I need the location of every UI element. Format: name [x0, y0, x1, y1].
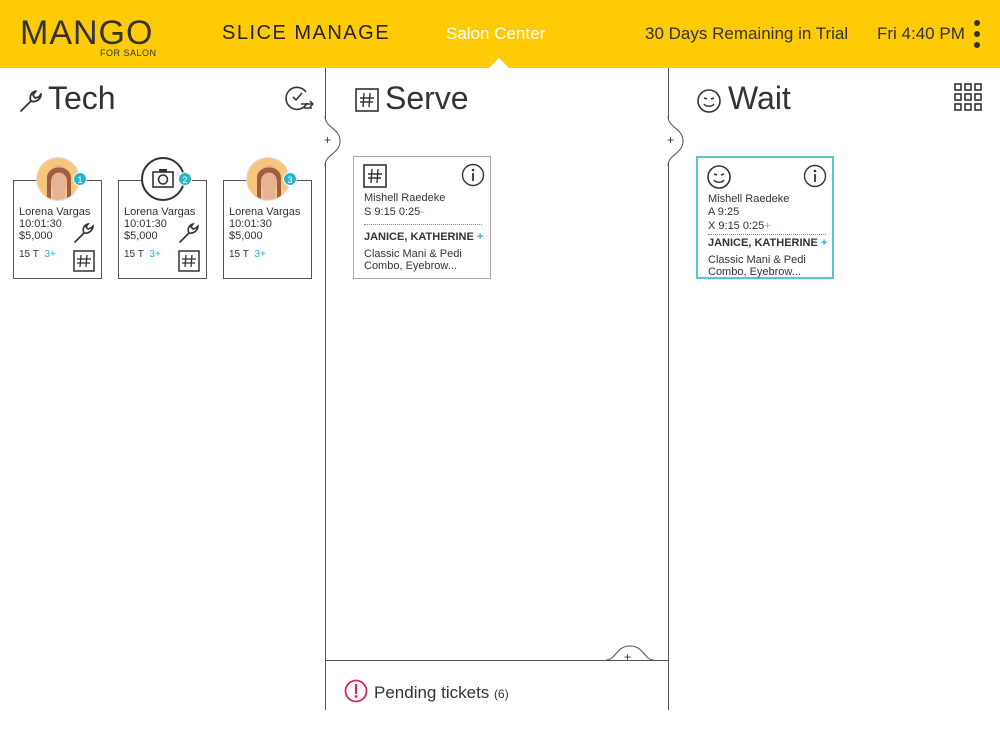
tech-amount: $5,000: [229, 230, 263, 242]
tech-name: Lorena Vargas: [19, 206, 91, 218]
wait-column-title: Wait: [728, 80, 791, 116]
separator: [708, 234, 826, 235]
clock-sort-icon[interactable]: [284, 83, 314, 113]
info-icon[interactable]: [461, 163, 485, 187]
extra-count: 3+: [254, 249, 266, 260]
service-list: Classic Mani & Pedi Combo, Eyebrow...: [708, 254, 806, 278]
ticket-time: S 9:15 0:25-: [364, 206, 424, 218]
tech-name: Lorena Vargas: [229, 206, 301, 218]
pending-tickets-bar[interactable]: Pending tickets (6): [326, 660, 669, 710]
grid-view-icon[interactable]: [954, 83, 982, 111]
tweezers-icon: [74, 222, 94, 243]
wait-ticket-card[interactable]: Mishell Raedeke A 9:25 X 9:15 0:25+ JANI…: [696, 156, 834, 279]
ticket-time: X 9:15 0:25+: [708, 220, 771, 232]
ticket-count-text: 15 T: [124, 249, 144, 260]
ticket-icon: [363, 164, 387, 188]
trial-status: 30 Days Remaining in Trial: [645, 24, 849, 43]
ticket-count-text: 15 T: [19, 249, 39, 260]
time-indicator: +: [764, 220, 771, 232]
add-client-button[interactable]: +: [821, 237, 827, 249]
ticket-count-text: 15 T: [229, 249, 249, 260]
staff-name: Mishell Raedeke: [708, 193, 790, 205]
client-name-text: JANICE, KATHERINE: [364, 231, 474, 243]
clock: Fri 4:40 PM: [877, 24, 965, 43]
tweezers-icon: [179, 222, 199, 243]
alert-icon: [344, 679, 368, 703]
tech-rank-badge: 3: [283, 172, 297, 186]
add-client-button[interactable]: +: [477, 231, 483, 243]
tech-rank-badge: 2: [178, 172, 192, 186]
client-name: JANICE, KATHERINE +: [364, 231, 483, 243]
nav-slice-manage[interactable]: SLICE MANAGE: [222, 22, 390, 45]
active-nav-indicator: [489, 58, 509, 68]
mango-logo: MANGO FOR SALON: [20, 10, 160, 60]
time-indicator: -: [420, 206, 424, 218]
tech-ticket-count: 15 T 3+: [19, 249, 56, 260]
time-text: S 9:15 0:25: [364, 206, 421, 218]
tech-amount: $5,000: [19, 230, 53, 242]
service-list: Classic Mani & Pedi Combo, Eyebrow...: [364, 248, 462, 272]
top-bar: MANGO FOR SALON SLICE MANAGE Salon Cente…: [0, 0, 1000, 68]
tech-ticket-count: 15 T 3+: [229, 249, 266, 260]
tech-time: 10:01:30: [229, 218, 272, 230]
time-text: X 9:15 0:25: [708, 220, 765, 232]
serve-ticket-card[interactable]: Mishell Raedeke S 9:15 0:25- JANICE, KAT…: [353, 156, 491, 279]
camera-icon: [152, 169, 174, 188]
staff-name: Mishell Raedeke: [364, 192, 446, 204]
extra-count: 3+: [149, 249, 161, 260]
ticket-icon[interactable]: [177, 249, 201, 273]
tech-column-title: Tech: [48, 80, 116, 116]
tech-amount: $5,000: [124, 230, 158, 242]
tech-ticket-count: 15 T 3+: [124, 249, 161, 260]
more-menu-icon[interactable]: [970, 18, 984, 50]
wait-add-button[interactable]: +: [667, 133, 674, 147]
serve-column-title: Serve: [385, 80, 469, 116]
appointment-time: A 9:25: [708, 206, 740, 218]
tech-rank-badge: 1: [73, 172, 87, 186]
serve-add-button[interactable]: +: [324, 133, 331, 147]
smiley-icon: [707, 165, 731, 189]
pending-label: Pending tickets (6): [374, 683, 509, 703]
nav-salon-center[interactable]: Salon Center: [446, 24, 545, 44]
tech-time: 10:01:30: [124, 218, 167, 230]
ticket-icon[interactable]: [72, 249, 96, 273]
pending-label-text: Pending tickets: [374, 683, 490, 702]
pending-count: (6): [494, 687, 509, 701]
tech-time: 10:01:30: [19, 218, 62, 230]
smiley-icon: [697, 89, 721, 113]
logo-subtitle: FOR SALON: [100, 48, 157, 58]
info-icon[interactable]: [803, 164, 827, 188]
client-name-text: JANICE, KATHERINE: [708, 237, 818, 249]
ticket-icon: [355, 88, 379, 112]
client-name: JANICE, KATHERINE +: [708, 237, 827, 249]
separator: [364, 224, 482, 225]
tech-name: Lorena Vargas: [124, 206, 196, 218]
extra-count: 3+: [44, 249, 56, 260]
wrench-icon: [20, 90, 42, 112]
